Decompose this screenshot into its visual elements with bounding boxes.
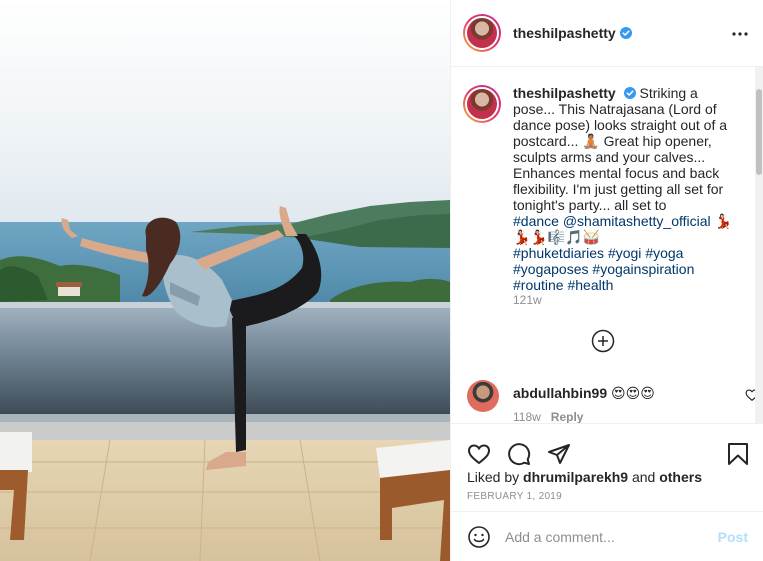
emoji-smiley-icon	[468, 525, 490, 548]
verified-badge-icon	[619, 27, 632, 39]
hashtag-yogaposes[interactable]: #yogaposes	[513, 261, 589, 277]
mention-link[interactable]: @shamitashetty_official	[563, 213, 711, 229]
post-comment-button[interactable]: Post	[718, 529, 748, 545]
more-horizontal-icon	[732, 32, 748, 36]
hashtag-yogainspiration[interactable]: #yogainspiration	[592, 261, 694, 277]
heart-icon	[467, 444, 491, 465]
hashtag-routine[interactable]: #routine	[513, 277, 564, 293]
add-comment-input[interactable]	[505, 528, 705, 545]
post-side-panel: theshilpashetty theshilpashetty Striking…	[450, 0, 763, 561]
author-username[interactable]: theshilpashetty	[513, 25, 616, 41]
hashtag-yogi[interactable]: #yogi	[608, 245, 641, 261]
post-caption: theshilpashetty Striking a pose... This …	[463, 85, 753, 293]
likes-user-link[interactable]: dhrumilparekh9	[523, 469, 628, 485]
likes-prefix: Liked by	[467, 469, 520, 485]
hashtag-dance[interactable]: #dance	[513, 213, 559, 229]
comment-icon	[508, 443, 531, 466]
post-date[interactable]: FEBRUARY 1, 2019	[467, 491, 562, 502]
caption-author-avatar[interactable]	[463, 85, 501, 123]
post-header: theshilpashetty	[451, 0, 763, 67]
caption-timestamp[interactable]: 121w	[513, 293, 542, 307]
caption-text-block: theshilpashetty Striking a pose... This …	[513, 85, 738, 293]
author-avatar[interactable]	[463, 14, 501, 52]
hashtag-yoga[interactable]: #yoga	[645, 245, 683, 261]
add-comment-bar: Post	[451, 511, 763, 561]
commenter-username[interactable]: abdullahbin99	[513, 385, 607, 401]
likes-summary: Liked by dhrumilparekh9 and others	[467, 469, 702, 485]
scrollbar-thumb[interactable]	[756, 89, 762, 175]
post-photo[interactable]	[0, 0, 450, 561]
hashtag-phuketdiaries[interactable]: #phuketdiaries	[513, 245, 604, 261]
caption-body: Striking a pose... This Natrajasana (Lor…	[513, 85, 728, 213]
comment-item: abdullahbin99 😍😍😍 118w Reply	[467, 380, 756, 423]
comment-timestamp[interactable]: 118w	[513, 410, 541, 423]
comment-body: abdullahbin99 😍😍😍	[513, 385, 655, 402]
comments-scrollbar[interactable]	[755, 67, 763, 423]
commenter-avatar[interactable]	[467, 380, 499, 412]
caption-username[interactable]: theshilpashetty	[513, 85, 616, 101]
likes-others-link[interactable]: others	[659, 469, 702, 485]
action-icons	[459, 434, 579, 474]
post-actions: Liked by dhrumilparekh9 and others FEBRU…	[451, 423, 763, 511]
instagram-post: theshilpashetty theshilpashetty Striking…	[0, 0, 763, 561]
share-icon	[548, 444, 570, 464]
comment-meta: 118w Reply	[513, 410, 583, 423]
load-more-comments-button[interactable]	[591, 329, 615, 353]
share-button[interactable]	[539, 434, 579, 474]
comment-text: 😍😍😍	[611, 385, 655, 401]
comment-reply-button[interactable]: Reply	[551, 410, 584, 423]
verified-badge-icon	[623, 87, 636, 99]
yoga-pose-photo	[0, 0, 450, 561]
likes-joiner: and	[631, 469, 656, 485]
hashtag-health[interactable]: #health	[567, 277, 613, 293]
bookmark-icon	[728, 443, 748, 465]
like-button[interactable]	[459, 434, 499, 474]
save-button[interactable]	[718, 434, 758, 474]
comments-list[interactable]: theshilpashetty Striking a pose... This …	[451, 67, 756, 423]
more-options-button[interactable]	[728, 22, 752, 46]
plus-circle-icon	[591, 329, 615, 353]
comment-button[interactable]	[499, 434, 539, 474]
emoji-button[interactable]	[459, 517, 499, 557]
